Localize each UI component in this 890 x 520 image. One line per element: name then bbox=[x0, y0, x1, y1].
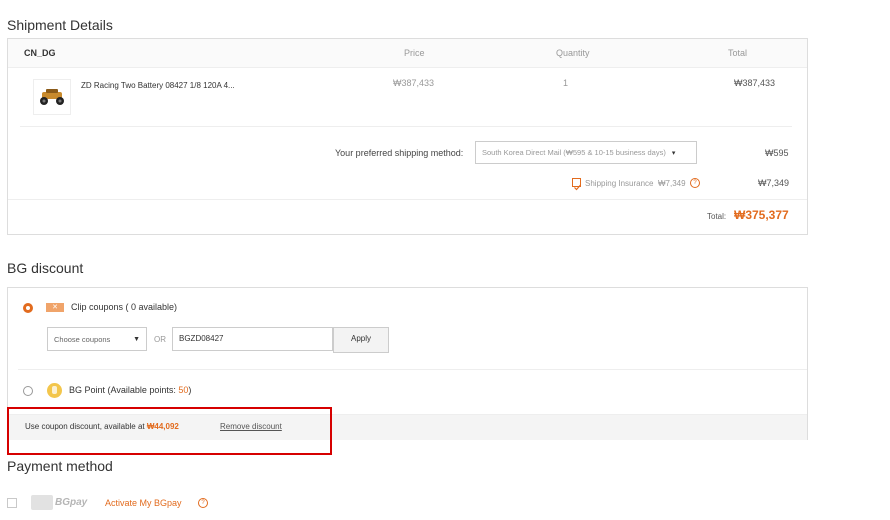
check-icon bbox=[574, 184, 581, 191]
or-label: OR bbox=[154, 335, 166, 344]
coupon-icon: ✕ bbox=[46, 303, 64, 312]
insurance-amount: ₩7,349 bbox=[658, 179, 686, 188]
product-thumbnail[interactable] bbox=[33, 79, 71, 115]
insurance-total: ₩7,349 bbox=[758, 178, 790, 188]
bg-point-label: BG Point (Available points: 50) bbox=[69, 385, 191, 395]
divider bbox=[20, 126, 792, 127]
help-icon[interactable]: ? bbox=[690, 178, 700, 188]
chevron-down-icon: ▾ bbox=[671, 149, 676, 157]
col-quantity: Quantity bbox=[556, 48, 590, 58]
help-icon[interactable]: ? bbox=[198, 498, 208, 508]
shipping-method-value: South Korea Direct Mail (₩595 & 10-15 bu… bbox=[482, 148, 666, 157]
bg-discount-title: BG discount bbox=[7, 260, 84, 276]
bgpay-checkbox[interactable] bbox=[7, 498, 17, 508]
divider bbox=[18, 369, 807, 370]
highlight-box bbox=[7, 407, 332, 455]
product-name[interactable]: ZD Racing Two Battery 08427 1/8 120A 4..… bbox=[81, 81, 235, 90]
shipping-cost: ₩595 bbox=[765, 148, 789, 158]
rc-car-image bbox=[40, 89, 64, 105]
chevron-down-icon: ▼ bbox=[133, 335, 140, 343]
product-quantity: 1 bbox=[563, 78, 569, 88]
coupon-select[interactable]: Choose coupons ▼ bbox=[47, 327, 147, 351]
activate-bgpay-link[interactable]: Activate My BGpay bbox=[105, 498, 182, 508]
bg-point-value: 50 bbox=[178, 385, 189, 395]
bg-point-suffix: ) bbox=[188, 385, 192, 395]
clip-coupons-label: Clip coupons ( 0 available) bbox=[71, 302, 178, 312]
coin-icon bbox=[47, 383, 62, 398]
coupon-code-input[interactable]: BGZD08427 bbox=[172, 327, 333, 351]
product-total: ₩387,433 bbox=[734, 78, 776, 88]
shipping-method-label: Your preferred shipping method: bbox=[335, 148, 464, 158]
apply-button[interactable]: Apply bbox=[333, 327, 389, 353]
bg-point-radio[interactable] bbox=[23, 386, 33, 396]
shipment-title: Shipment Details bbox=[7, 17, 113, 33]
insurance-checkbox[interactable] bbox=[572, 178, 581, 191]
total-value: ₩375,377 bbox=[734, 208, 789, 222]
payment-method-title: Payment method bbox=[7, 458, 113, 474]
bg-point-text: BG Point (Available points: bbox=[69, 385, 179, 395]
total-label: Total: bbox=[707, 212, 727, 221]
col-price: Price bbox=[404, 48, 425, 58]
bgpay-logo: BGpay bbox=[55, 497, 88, 508]
col-total: Total bbox=[728, 48, 748, 58]
warehouse-label: CN_DG bbox=[24, 48, 56, 58]
bgpay-card-icon bbox=[31, 495, 53, 510]
shipment-box: CN_DG Price Quantity Total ZD Racing Two… bbox=[7, 38, 808, 235]
shipping-method-select[interactable]: South Korea Direct Mail (₩595 & 10-15 bu… bbox=[475, 141, 697, 164]
insurance-label: Shipping Insurance bbox=[585, 179, 654, 188]
clip-coupons-radio[interactable] bbox=[23, 303, 33, 313]
coupon-select-placeholder: Choose coupons bbox=[54, 334, 111, 344]
divider bbox=[8, 199, 807, 200]
product-price: ₩387,433 bbox=[393, 78, 435, 88]
